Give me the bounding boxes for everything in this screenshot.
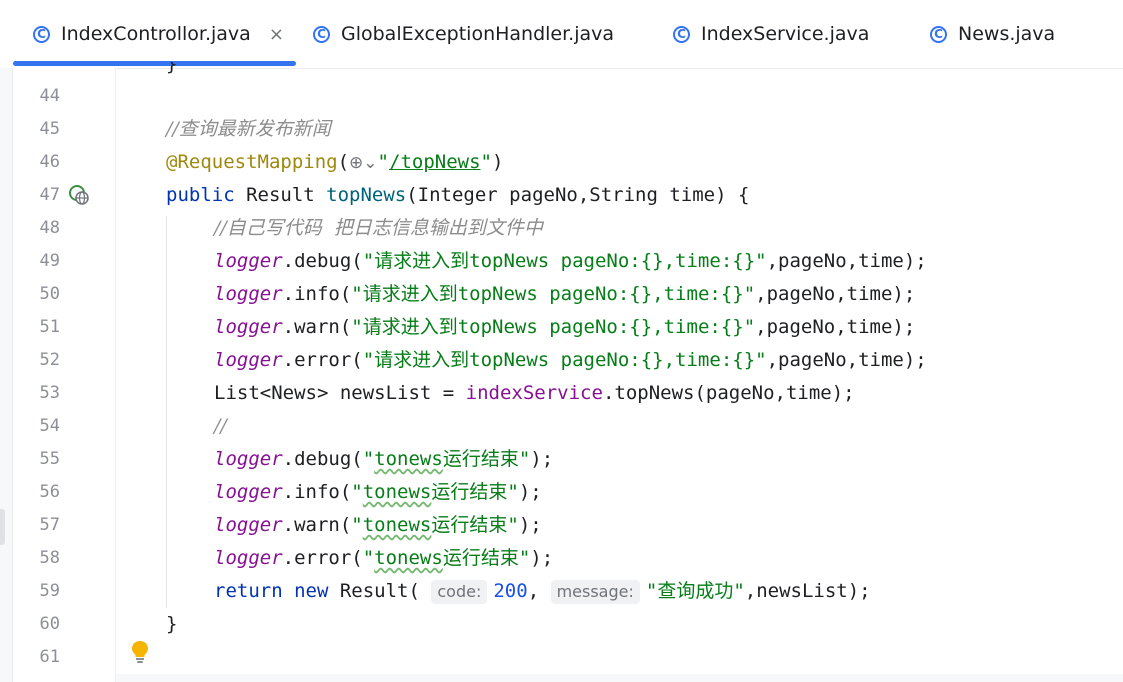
- code-comment: //查询最新发布新闻: [166, 118, 331, 140]
- class-icon: C: [313, 25, 330, 43]
- line-number: 47: [39, 185, 60, 205]
- code-text: logger.info("请求进入到topNews pageNo:{},time…: [214, 283, 916, 305]
- code-line-55: 55 logger.debug("tonews运行结束");: [0, 443, 1123, 476]
- line-number: 61: [39, 647, 60, 667]
- code-text: return new Result( code: 200, message: "查询…: [214, 580, 871, 604]
- code-text: logger.error("请求进入到topNews pageNo:{},tim…: [214, 349, 927, 371]
- parameter-hint-code: code:: [431, 580, 488, 604]
- line-number: 56: [39, 482, 60, 502]
- endpoint-link[interactable]: /topNews: [389, 151, 481, 173]
- line-number: 52: [39, 350, 60, 370]
- parameter-hint-message: message:: [550, 580, 640, 604]
- line-number: 49: [39, 251, 60, 271]
- code-line-60: 60 }: [0, 608, 1123, 641]
- code-line-52: 52 logger.error("请求进入到topNews pageNo:{},…: [0, 344, 1123, 377]
- code-line-50: 50 logger.info("请求进入到topNews pageNo:{},t…: [0, 278, 1123, 311]
- class-icon: C: [33, 25, 50, 43]
- line-number: 53: [39, 383, 60, 403]
- code-text: @RequestMapping(⊕⌄"/topNews"): [166, 146, 503, 180]
- code-line-51: 51 logger.warn("请求进入到topNews pageNo:{},t…: [0, 311, 1123, 344]
- code-text: logger.debug("请求进入到topNews pageNo:{},tim…: [214, 250, 927, 272]
- code-comment: //自己写代码 把日志信息输出到文件中: [214, 217, 543, 239]
- line-number: 46: [39, 152, 60, 172]
- line-number: 50: [39, 284, 60, 304]
- lightbulb-icon[interactable]: [130, 640, 150, 664]
- code-line-59: 59 return new Result( code: 200, message:…: [0, 575, 1123, 608]
- line-number: 51: [39, 317, 60, 337]
- line-number: 44: [39, 86, 60, 106]
- line-number: 58: [39, 548, 60, 568]
- code-text: }: [166, 613, 178, 635]
- tab-label: GlobalExceptionHandler.java: [341, 23, 615, 45]
- line-number: 48: [39, 218, 60, 238]
- class-icon: C: [930, 25, 947, 43]
- code-line-54: 54 //: [0, 410, 1123, 443]
- code-line-partial: }: [166, 53, 178, 75]
- line-number: 57: [39, 515, 60, 535]
- tab-label: IndexControllor.java: [61, 23, 251, 45]
- line-number: 54: [39, 416, 60, 436]
- code-line-46: 46 @RequestMapping(⊕⌄"/topNews"): [0, 146, 1123, 179]
- code-text: logger.info("tonews运行结束");: [214, 481, 542, 503]
- code-line-49: 49 logger.debug("请求进入到topNews pageNo:{},…: [0, 245, 1123, 278]
- line-number: 59: [39, 581, 60, 601]
- code-comment: //: [214, 415, 227, 437]
- web-endpoint-gutter-icon[interactable]: [68, 184, 90, 206]
- code-line-45: 45 //查询最新发布新闻: [0, 113, 1123, 146]
- code-text: logger.warn("tonews运行结束");: [214, 514, 542, 536]
- editor-bottom-edge: [116, 674, 1123, 682]
- code-text: logger.debug("tonews运行结束");: [214, 448, 554, 470]
- line-number: 55: [39, 449, 60, 469]
- class-icon: C: [673, 25, 690, 43]
- code-line-47: 47 public Result topNews(Integer pageNo,…: [0, 179, 1123, 212]
- code-line-56: 56 logger.info("tonews运行结束");: [0, 476, 1123, 509]
- code-line-44: 44: [0, 80, 1123, 113]
- line-number: 45: [39, 119, 60, 139]
- code-line-57: 57 logger.warn("tonews运行结束");: [0, 509, 1123, 542]
- code-line-58: 58 logger.error("tonews运行结束");: [0, 542, 1123, 575]
- line-number: 60: [39, 614, 60, 634]
- code-line-61: 61: [0, 641, 1123, 674]
- code-line-48: 48 //自己写代码 把日志信息输出到文件中: [0, 212, 1123, 245]
- code-text: List<News> newsList = indexService.topNe…: [214, 382, 855, 404]
- code-line-53: 53 List<News> newsList = indexService.to…: [0, 377, 1123, 410]
- tab-label: IndexService.java: [701, 23, 870, 45]
- tab-label: News.java: [958, 23, 1056, 45]
- code-text: logger.warn("请求进入到topNews pageNo:{},time…: [214, 316, 916, 338]
- code-text: public Result topNews(Integer pageNo,Str…: [166, 184, 750, 206]
- code-text: logger.error("tonews运行结束");: [214, 547, 554, 569]
- close-icon[interactable]: ×: [269, 24, 284, 45]
- globe-icon[interactable]: ⊕⌄: [349, 147, 378, 180]
